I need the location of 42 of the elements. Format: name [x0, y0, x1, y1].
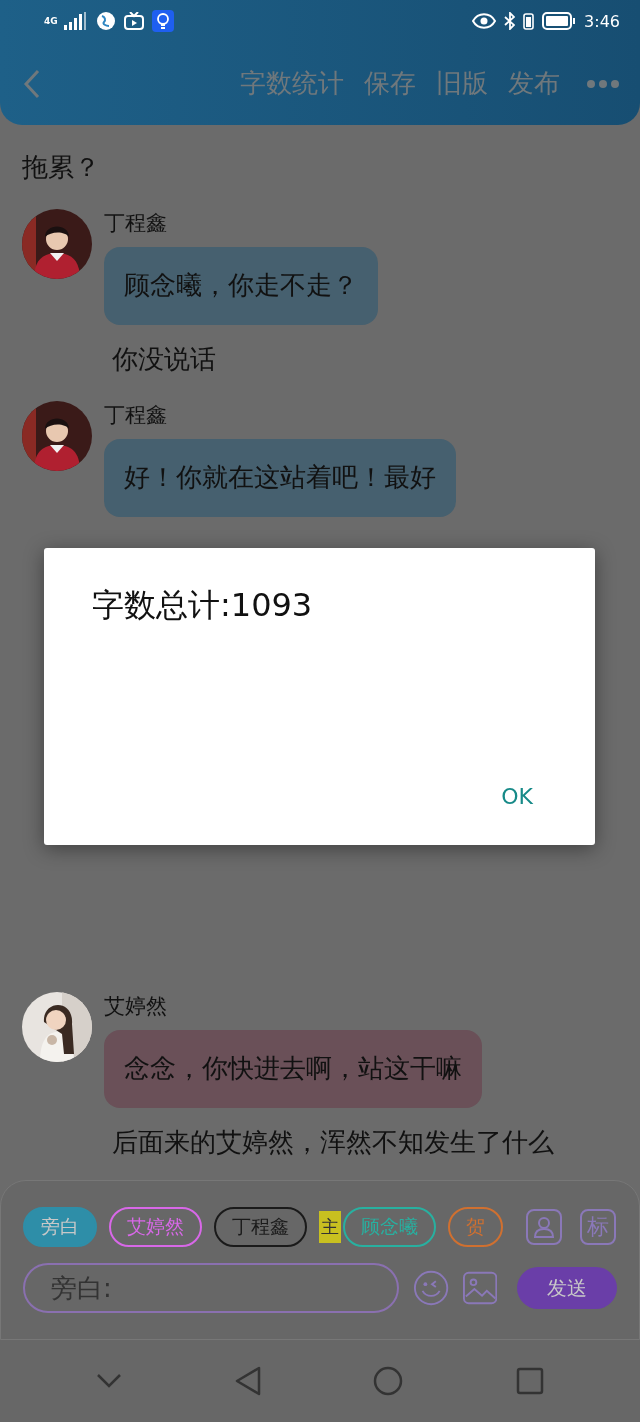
message-bubble: 顾念曦，你走不走？ — [104, 247, 378, 325]
narration-text: 拖累？ — [22, 151, 101, 184]
sender-name: 丁程鑫 — [104, 402, 167, 429]
image-icon[interactable] — [463, 1271, 498, 1305]
header-action[interactable]: 字数统计 — [240, 66, 344, 101]
main-role-badge: 主 — [319, 1211, 341, 1243]
clock-time: 3:46 — [584, 11, 620, 31]
message-bubble: 念念，你快进去啊，站这干嘛 — [104, 1030, 482, 1108]
narration-text: 后面来的艾婷然，浑然不知发生了什么 — [111, 1126, 555, 1159]
header-action[interactable]: 发布 — [508, 66, 560, 101]
more-icon[interactable] — [586, 78, 620, 89]
tag-button[interactable]: 标 — [580, 1209, 616, 1245]
header-action[interactable]: 保存 — [364, 66, 416, 101]
header-action[interactable]: 旧版 — [436, 66, 488, 101]
send-button[interactable]: 发送 — [517, 1267, 617, 1309]
bluetooth-icon — [504, 12, 516, 30]
back-icon[interactable] — [22, 67, 42, 100]
dialog-message: 字数总计:1093 — [92, 585, 314, 626]
ok-button[interactable]: OK — [487, 776, 547, 817]
role-chip[interactable]: 旁白 — [23, 1207, 97, 1247]
back-icon[interactable] — [234, 1366, 261, 1396]
narration-text: 你没说话 — [111, 343, 217, 376]
network-label: 4G — [44, 16, 56, 26]
emoji-icon[interactable] — [413, 1269, 450, 1307]
role-chip[interactable]: 艾婷然 — [109, 1207, 202, 1247]
contact-card-icon[interactable] — [526, 1209, 562, 1245]
tv-icon — [124, 12, 144, 30]
collapse-icon[interactable] — [96, 1373, 123, 1389]
sender-name: 丁程鑫 — [104, 210, 167, 237]
recents-icon[interactable] — [515, 1367, 544, 1395]
signal-icon — [64, 12, 88, 30]
battery-icon — [542, 12, 577, 30]
message-bubble: 好！你就在这站着吧！最好 — [104, 439, 456, 517]
eye-icon — [472, 13, 497, 29]
home-icon[interactable] — [373, 1366, 404, 1396]
role-chip[interactable]: 贺 — [448, 1207, 503, 1247]
vibrate-icon — [523, 12, 535, 30]
globe-icon — [96, 11, 116, 31]
role-chip[interactable]: 顾念曦 — [343, 1207, 436, 1247]
bulb-icon — [152, 10, 174, 32]
sender-name: 艾婷然 — [104, 993, 167, 1020]
role-chip[interactable]: 丁程鑫 — [214, 1207, 307, 1247]
